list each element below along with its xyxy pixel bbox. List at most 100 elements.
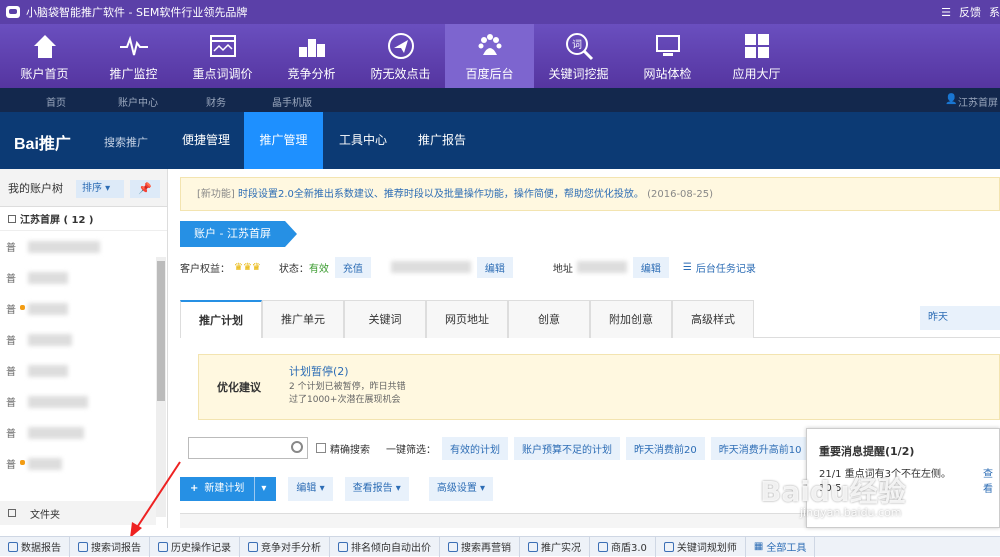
ribbon-home[interactable]: 账户首页 [0,24,89,88]
nav-mobile[interactable]: 晶手机版 [272,94,312,109]
notice-link[interactable]: 时段设置2.0全新推出系数建议、推荐时段以及批量操作功能，操作简便，帮助您优化投… [238,189,644,200]
title-bar: 小脑袋智能推广软件 - SEM软件行业领先品牌 ☰ 反馈 系 [0,0,1000,24]
edit-address-button[interactable]: 编辑 [632,256,669,278]
tool-live[interactable]: 推广实况 [520,536,590,557]
watermark: Baidu经验 [760,475,906,508]
chevron-down-icon: ▾ [254,477,266,501]
tab-promo-manage[interactable]: 推广管理 [244,112,323,169]
nav-home[interactable]: 首页 [46,94,66,109]
monitor-icon [655,35,680,56]
tab-quick-manage[interactable]: 便捷管理 [168,112,244,169]
tab-unit[interactable]: 推广单元 [262,300,344,338]
ribbon-anti-click[interactable]: 防无效点击 [356,24,445,88]
filter-top20[interactable]: 昨天消费前20 [626,436,705,460]
advanced-dropdown[interactable]: 高级设置 ▾ [428,477,494,501]
popup-view-link[interactable]: 查看 [983,465,999,495]
task-link[interactable]: 后台任务记录 [696,260,756,275]
tree-title: 我的账户树 [8,181,63,195]
recharge-button[interactable]: 充值 [334,256,371,278]
annotation-arrow-icon [130,461,181,538]
nav-user[interactable]: 江苏首屏 [958,94,998,109]
list-item[interactable]: 普 [0,231,167,262]
clock-icon [158,541,168,552]
tool-data-report[interactable]: 数据报告 [0,536,70,557]
tab-extra-creative[interactable]: 附加创意 [590,300,672,338]
baidu-header: Bai推广 搜索推广 便捷管理 推广管理 工具中心 推广报告 [0,112,1000,169]
ribbon-competition[interactable]: 竞争分析 [267,24,356,88]
tab-url[interactable]: 网页地址 [426,300,508,338]
list-item[interactable]: 普 [0,293,167,324]
search-icon [78,541,88,552]
ribbon-keyword-bid[interactable]: 重点词调价 [178,24,267,88]
grid-icon [744,34,769,58]
filter-rise10[interactable]: 昨天消费升高前10 [710,436,810,460]
list-item[interactable]: 普 [0,324,167,355]
tab-plan[interactable]: 推广计划 [180,300,262,338]
tab-advanced-style[interactable]: 高级样式 [672,300,754,338]
home-icon [33,35,56,58]
optimize-suggestion: 优化建议 计划暂停(2) 2 个计划已被暂停，昨日共错 过了1000+次潜在展现… [198,354,1000,420]
tool-keyword-planner[interactable]: 关键词规划师 [656,536,746,557]
crown-icon: ♛♛♛ [234,261,261,273]
date-select[interactable]: 昨天 [920,306,1000,330]
ribbon-monitor[interactable]: 推广监控 [89,24,178,88]
search-icon [291,441,303,453]
image-icon [598,541,608,552]
account-info: 客户权益： ♛♛♛ 状态： 有效 充值 编辑 地址 编辑 ☰ 后台任务记录 [180,253,1000,281]
list-item[interactable]: 普 [0,417,167,448]
filter-valid[interactable]: 有效的计划 [442,436,508,460]
ribbon-app-hall[interactable]: 应用大厅 [712,24,801,88]
filter-budget[interactable]: 账户预算不足的计划 [514,436,620,460]
word-icon [663,541,674,552]
precise-checkbox[interactable] [316,443,326,453]
tool-search-term-report[interactable]: 搜索词报告 [70,536,150,557]
tool-competitor[interactable]: 竞争对手分析 [240,536,330,557]
tab-keyword[interactable]: 关键词 [344,300,426,338]
app-title: 小脑袋智能推广软件 - SEM软件行业领先品牌 [26,6,248,19]
menu-icon[interactable]: ☰ [941,6,951,19]
tool-shield[interactable]: 商盾3.0 [590,536,656,557]
breadcrumb: 账户 - 江苏首屏 [180,221,297,247]
ribbon-keyword-mining[interactable]: 词 关键词挖掘 [534,24,623,88]
sort-dropdown[interactable]: 排序 ▾ [76,180,124,198]
tool-remarketing[interactable]: 搜索再营销 [440,536,520,557]
list-item[interactable]: 普 [0,386,167,417]
report-icon [8,541,18,552]
edit-budget-button[interactable]: 编辑 [476,256,513,278]
tab-tool-center[interactable]: 工具中心 [326,112,400,169]
edit-icon [338,541,348,552]
folder-icon [8,214,16,223]
paused-plan-link[interactable]: 计划暂停(2) [289,363,349,379]
ribbon-site-check[interactable]: 网站体检 [623,24,712,88]
list-item[interactable]: 普 [0,262,167,293]
titlebar-extra[interactable]: 系 [989,4,1000,20]
user-icon [248,541,258,552]
list-item[interactable]: 普 [0,355,167,386]
svg-text:词: 词 [572,39,582,51]
tool-history[interactable]: 历史操作记录 [150,536,240,557]
action-bar: + 新建计划 ▾ 编辑 ▾ 查看报告 ▾ 高级设置 ▾ [180,475,800,503]
baidu-paw-icon [478,34,501,55]
tool-auto-bid[interactable]: 排名倾向自动出价 [330,536,440,557]
user-icon: 👤 [945,94,958,105]
notice-bar: [新功能] 时段设置2.0全新推出系数建议、推荐时段以及批量操作功能，操作简便，… [180,177,1000,211]
report-dropdown[interactable]: 查看报告 ▾ [344,477,409,501]
person-icon [528,541,538,552]
new-plan-button[interactable]: + 新建计划 ▾ [180,477,277,501]
feedback-button[interactable]: 反馈 [959,4,981,20]
tab-promo-report[interactable]: 推广报告 [404,112,480,169]
tool-all[interactable]: ▦ 全部工具 [746,536,816,557]
doc-icon [448,541,458,552]
search-input[interactable] [188,437,308,459]
account-group[interactable]: 江苏首屏 ( 12 ) [0,207,167,231]
nav-account-center[interactable]: 账户中心 [118,94,158,109]
app-logo-icon [6,6,20,18]
ribbon-baidu-backend[interactable]: 百度后台 [445,24,534,88]
tab-creative[interactable]: 创意 [508,300,590,338]
edit-dropdown[interactable]: 编辑 ▾ [288,477,333,501]
watermark-url: jingyan.baidu.com [800,506,902,519]
folder-icon [8,509,16,517]
pin-icon[interactable]: 📌 [130,180,160,198]
window-icon [209,35,236,57]
nav-finance[interactable]: 财务 [206,94,226,109]
